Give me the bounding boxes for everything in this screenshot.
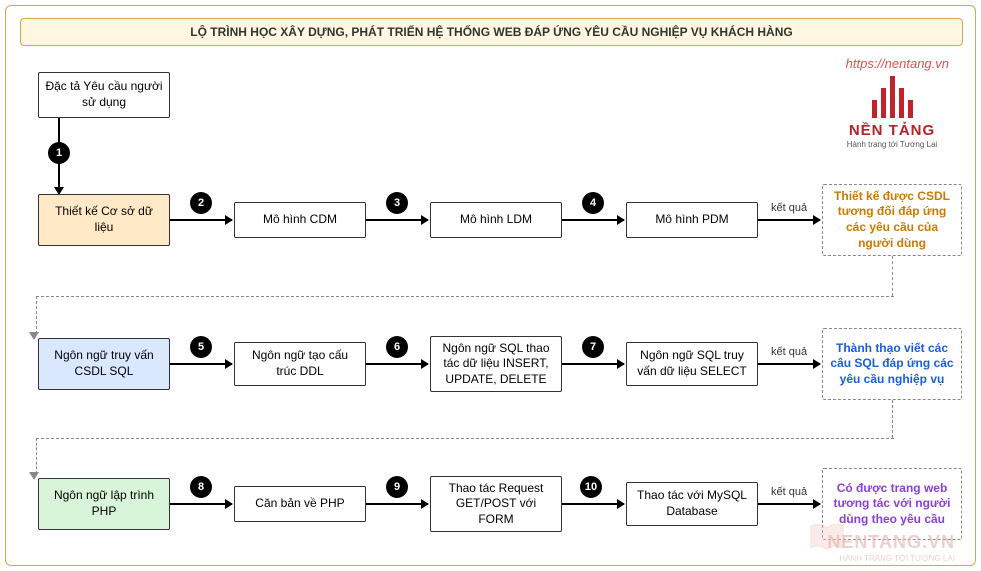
arrow-3 [366,219,428,221]
logo-icon [837,76,947,118]
watermark-text: NENTANG.VN [827,532,955,553]
arrow-10 [562,503,624,505]
logo-name: NỀN TẢNG [837,122,947,139]
step-1: 1 [48,142,70,164]
edge-label-2: kết quả [769,346,809,358]
node-sql: Ngôn ngữ truy vấn CSDL SQL [38,338,170,390]
arrow-7 [562,363,624,365]
arrow-6 [366,363,428,365]
step-9: 9 [386,476,408,498]
arrow-r1 [758,219,820,221]
step-6: 6 [386,336,408,358]
step-8: 8 [190,476,212,498]
node-result-1: Thiết kế được CSDL tương đối đáp ứng các… [822,184,962,256]
node-cdm: Mô hình CDM [234,202,366,238]
arrow-8 [170,503,232,505]
logo: NỀN TẢNG Hành trang tới Tương Lai [837,76,947,149]
edge-label-3: kết quả [769,486,809,498]
logo-tagline: Hành trang tới Tương Lai [837,140,947,149]
node-form: Thao tác Request GET/POST với FORM [430,476,562,532]
node-ldm: Mô hình LDM [430,202,562,238]
node-requirements: Đặc tả Yêu cầu người sử dụng [38,72,170,118]
edge-label-1: kết quả [769,202,809,214]
node-ddl: Ngôn ngữ tạo cấu trúc DDL [234,342,366,386]
node-db-design: Thiết kế Cơ sở dữ liệu [38,194,170,246]
step-7: 7 [582,336,604,358]
node-select: Ngôn ngữ SQL truy vấn dữ liệu SELECT [626,342,758,386]
diagram-title: LỘ TRÌNH HỌC XÂY DỰNG, PHÁT TRIỂN HỆ THỐ… [20,18,963,46]
arrow-2 [170,219,232,221]
arrow-r3 [758,503,820,505]
arrow-4 [562,219,624,221]
node-php-basic: Căn bản về PHP [234,486,366,522]
diagram-frame: LỘ TRÌNH HỌC XÂY DỰNG, PHÁT TRIỂN HỆ THỐ… [5,5,976,566]
arrow-9 [366,503,428,505]
node-result-2: Thành thạo viết các câu SQL đáp ứng các … [822,328,962,400]
arrow-5 [170,363,232,365]
step-2: 2 [190,192,212,214]
source-url: https://nentang.vn [846,56,949,71]
arrow-r2 [758,363,820,365]
node-php: Ngôn ngữ lập trình PHP [38,478,170,530]
node-pdm: Mô hình PDM [626,202,758,238]
step-5: 5 [190,336,212,358]
step-4: 4 [582,192,604,214]
step-10: 10 [580,476,602,498]
node-mysql: Thao tác với MySQL Database [626,482,758,526]
node-dml: Ngôn ngữ SQL thao tác dữ liệu INSERT, UP… [430,336,562,392]
step-3: 3 [386,192,408,214]
watermark-sub: HÀNH TRANG TỚI TƯƠNG LAI [839,554,955,563]
